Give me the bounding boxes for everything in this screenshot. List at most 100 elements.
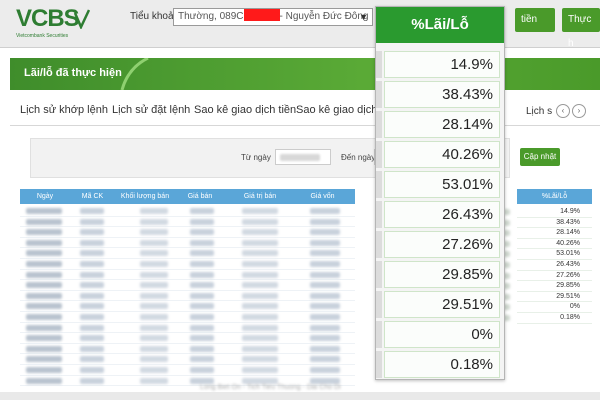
blurred-cell bbox=[310, 345, 340, 352]
blurred-cell bbox=[80, 356, 104, 363]
blurred-cell bbox=[190, 239, 214, 246]
tab-order-match-history[interactable]: Lịch sử khớp lệnh bbox=[20, 104, 108, 116]
blurred-cell bbox=[190, 208, 214, 214]
blurred-cell bbox=[310, 303, 340, 310]
tab-divider bbox=[10, 125, 600, 126]
blurred-cell bbox=[26, 261, 62, 267]
col-sell-value: Giá trị bán bbox=[243, 193, 277, 200]
blurred-cell bbox=[140, 314, 168, 320]
table-row bbox=[20, 301, 355, 312]
tab-order-history[interactable]: Lịch sử đặt lệnh bbox=[112, 104, 190, 116]
blurred-cell bbox=[190, 335, 214, 342]
right-profit-cell: 14.9% bbox=[517, 207, 592, 218]
blurred-cell bbox=[190, 367, 214, 373]
account-select[interactable]: Thường, 089C - Nguyễn Đức Đông ▼ bbox=[173, 8, 373, 26]
blurred-cell bbox=[80, 282, 104, 289]
blurred-cell bbox=[190, 303, 214, 310]
blurred-cell bbox=[242, 218, 278, 225]
table-row bbox=[20, 333, 355, 344]
blurred-cell bbox=[190, 229, 214, 236]
logo-tagline: Vietcombank Securities bbox=[16, 33, 69, 39]
blurred-cell bbox=[80, 239, 104, 246]
overlay-row-marker bbox=[376, 111, 382, 138]
blurred-cell bbox=[140, 261, 168, 267]
overlay-profit-cell: 29.51% bbox=[384, 291, 500, 318]
chevron-down-icon: ▼ bbox=[359, 12, 368, 22]
right-profit-cell: 38.43% bbox=[517, 218, 592, 229]
logo-text: VCBS bbox=[16, 5, 80, 32]
blurred-cell bbox=[310, 271, 340, 278]
from-date-input[interactable] bbox=[275, 149, 331, 165]
blurred-cell bbox=[80, 261, 104, 267]
blurred-cell bbox=[310, 208, 340, 214]
blurred-cell bbox=[190, 218, 214, 225]
col-cost-price: Giá vốn bbox=[310, 193, 335, 200]
blurred-cell bbox=[140, 303, 168, 310]
blurred-cell bbox=[242, 377, 278, 384]
blurred-cell bbox=[26, 356, 62, 363]
overlay-profit-cell: 14.9% bbox=[384, 51, 500, 78]
blurred-cell bbox=[140, 377, 168, 384]
section-title-bar: Lãi/lỗ đã thực hiện bbox=[10, 58, 600, 90]
blurred-cell bbox=[26, 208, 62, 214]
blurred-cell bbox=[190, 292, 214, 299]
blurred-cell bbox=[26, 335, 62, 342]
blurred-cell bbox=[190, 377, 214, 384]
blurred-cell bbox=[242, 314, 278, 320]
blurred-cell bbox=[140, 218, 168, 225]
blurred-cell bbox=[310, 218, 340, 225]
blurred-cell bbox=[242, 239, 278, 246]
overlay-profit-cell: 40.26% bbox=[384, 141, 500, 168]
blurred-cell bbox=[310, 377, 340, 384]
from-date-value bbox=[280, 154, 320, 161]
table-row bbox=[20, 206, 355, 217]
account-label: Tiểu khoản bbox=[130, 11, 180, 22]
col-date: Ngày bbox=[36, 193, 54, 200]
table-row bbox=[20, 217, 355, 228]
overlay-row-marker bbox=[376, 141, 382, 168]
table-row bbox=[20, 238, 355, 249]
blurred-cell bbox=[242, 282, 278, 289]
next-page-icon[interactable]: › bbox=[572, 104, 586, 118]
top-button-money[interactable]: tiền bbox=[515, 8, 555, 32]
blurred-cell bbox=[80, 377, 104, 384]
blurred-cell bbox=[190, 250, 214, 257]
tab-cash-statement[interactable]: Sao kê giao dịch tiền bbox=[194, 104, 296, 116]
blurred-cell bbox=[190, 314, 214, 320]
blurred-cell bbox=[310, 324, 340, 331]
blurred-cell bbox=[26, 271, 62, 278]
top-button-execute[interactable]: Thực h bbox=[562, 8, 600, 49]
prev-page-icon[interactable]: ‹ bbox=[556, 104, 570, 118]
blurred-cell bbox=[242, 250, 278, 257]
blurred-cell bbox=[26, 218, 62, 225]
update-button[interactable]: Cập nhật bbox=[520, 148, 560, 166]
blurred-cell bbox=[80, 250, 104, 257]
table-row bbox=[20, 280, 355, 291]
table-header: Ngày Mã CK Khối lượng bán Giá bán Giá tr… bbox=[20, 189, 355, 204]
blurred-cell bbox=[140, 335, 168, 342]
blurred-cell bbox=[242, 208, 278, 214]
blurred-cell bbox=[140, 292, 168, 299]
blurred-cell bbox=[242, 367, 278, 373]
blurred-cell bbox=[26, 250, 62, 257]
blurred-cell bbox=[140, 229, 168, 236]
overlay-row-marker bbox=[376, 201, 382, 228]
table-row bbox=[20, 291, 355, 302]
logo-check-icon bbox=[74, 9, 90, 29]
col-sell-price: Giá bán bbox=[187, 193, 213, 200]
from-date-label: Từ ngày bbox=[241, 153, 271, 162]
overlay-row-marker bbox=[376, 321, 382, 348]
account-value-suffix: - Nguyễn Đức Đông bbox=[279, 11, 369, 22]
table-row bbox=[20, 312, 355, 323]
blurred-cell bbox=[26, 377, 62, 384]
blurred-cell bbox=[80, 303, 104, 310]
blurred-cell bbox=[310, 292, 340, 299]
overlay-profit-cell: 29.85% bbox=[384, 261, 500, 288]
overlay-profit-cell: 38.43% bbox=[384, 81, 500, 108]
footer-blurred-text: Long Biet On - Tich Tieu Thuong - Dai Ch… bbox=[200, 384, 341, 391]
blurred-cell bbox=[80, 367, 104, 373]
blurred-cell bbox=[310, 335, 340, 342]
blurred-cell bbox=[140, 324, 168, 331]
blurred-cell bbox=[190, 271, 214, 278]
table-row bbox=[20, 344, 355, 355]
